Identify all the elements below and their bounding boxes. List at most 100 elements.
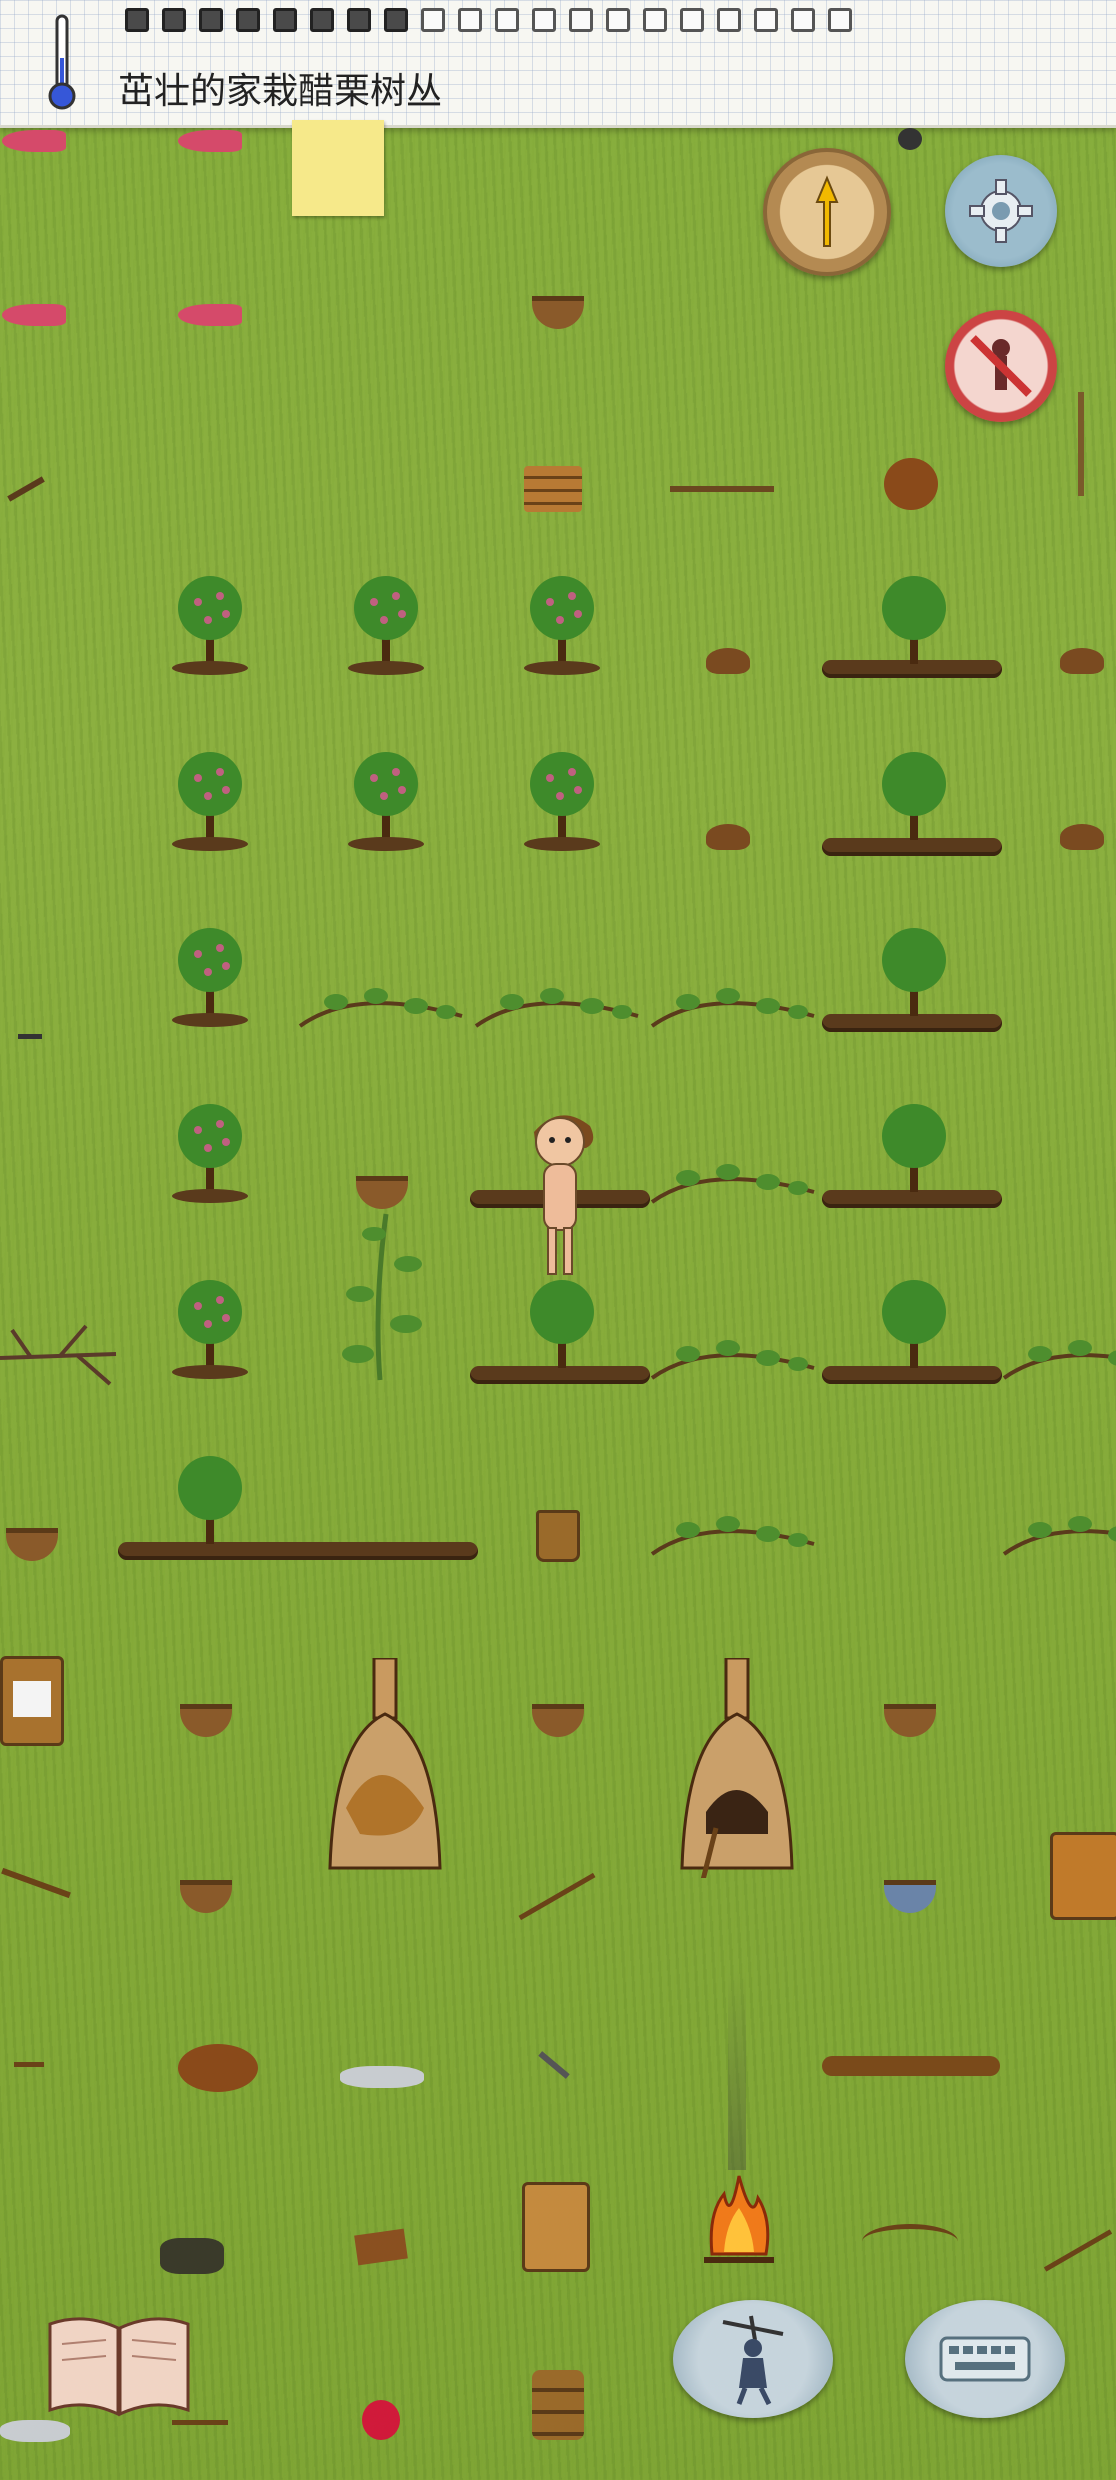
small-stick[interactable]: [18, 1034, 42, 1039]
puppet-icon: [722, 2315, 784, 2406]
dirt-pile[interactable]: [706, 824, 750, 850]
adobe-kiln[interactable]: [672, 1658, 802, 1878]
hover-object-label: 茁壮的家栽醋栗树丛: [118, 71, 443, 112]
compass-icon: [815, 175, 839, 247]
flint-chip[interactable]: [0, 2420, 70, 2442]
empty-gooseberry-bush[interactable]: [874, 572, 954, 682]
empty-gooseberry-bush[interactable]: [170, 1452, 250, 1562]
squash-vine[interactable]: [296, 966, 466, 1036]
basket[interactable]: [180, 1880, 232, 1913]
gooseberry-bush[interactable]: [522, 748, 602, 858]
hunger-slot: [569, 8, 593, 32]
chat-button[interactable]: [905, 2300, 1065, 2418]
stick[interactable]: [7, 476, 45, 502]
hunger-slot: [458, 8, 482, 32]
stick[interactable]: [670, 486, 774, 492]
crossed-sticks[interactable]: [1043, 2229, 1113, 2272]
firewood-pile[interactable]: [524, 466, 582, 512]
dirt-pile[interactable]: [1060, 648, 1104, 674]
long-pole[interactable]: [1078, 392, 1084, 496]
smoke: [728, 1970, 746, 2170]
dirt-pile[interactable]: [1060, 824, 1104, 850]
basket[interactable]: [532, 1704, 584, 1737]
emote-button[interactable]: [673, 2300, 833, 2418]
basket[interactable]: [180, 1704, 232, 1737]
hunger-slot: [606, 8, 630, 32]
gooseberry-bush[interactable]: [522, 572, 602, 682]
compass-button[interactable]: [763, 148, 891, 276]
reed-bundle[interactable]: [178, 2044, 258, 2092]
clay-bowl-tall[interactable]: [522, 2182, 590, 2272]
tech-tree-book-button[interactable]: [44, 2310, 194, 2420]
campfire[interactable]: [694, 2164, 784, 2264]
flint-blade[interactable]: [340, 2066, 424, 2088]
empty-gooseberry-bush[interactable]: [874, 924, 954, 1034]
carrot[interactable]: [178, 304, 242, 326]
hunger-slot: [421, 8, 445, 32]
gear-icon: [969, 179, 1033, 243]
hunger-slot: [828, 8, 852, 32]
player-character[interactable]: [516, 1102, 606, 1288]
dead-branch[interactable]: [0, 1314, 118, 1394]
gooseberry-bush[interactable]: [170, 1100, 250, 1210]
basket[interactable]: [884, 1704, 936, 1737]
clay-crock[interactable]: [0, 1656, 64, 1746]
adobe-brick[interactable]: [354, 2228, 408, 2266]
basket[interactable]: [532, 296, 584, 329]
small-twig[interactable]: [14, 2062, 44, 2067]
carrot[interactable]: [178, 130, 242, 152]
gooseberry-bush[interactable]: [170, 924, 250, 1034]
squash-vine[interactable]: [648, 1318, 818, 1388]
no-kill-button[interactable]: [945, 310, 1057, 422]
hunger-meter: [125, 8, 852, 32]
hunger-slot: [125, 8, 149, 32]
top-hud-bar: 茁壮的家栽醋栗树丛: [0, 0, 1116, 128]
basket-with-water[interactable]: [884, 1880, 936, 1913]
wild-berry[interactable]: [362, 2400, 400, 2440]
kindling[interactable]: [160, 2238, 224, 2274]
hunger-slot: [643, 8, 667, 32]
burdock-root[interactable]: [884, 458, 938, 510]
bow[interactable]: [862, 2224, 958, 2259]
squash-vine[interactable]: [648, 1494, 818, 1564]
rock[interactable]: [898, 128, 922, 150]
squash-vine[interactable]: [648, 1142, 818, 1212]
empty-gooseberry-bush[interactable]: [874, 1276, 954, 1386]
hunger-slot: [199, 8, 223, 32]
stick[interactable]: [172, 2420, 228, 2425]
no-kill-icon: [970, 335, 1032, 397]
bean-plant[interactable]: [314, 1204, 448, 1384]
hunger-slot: [236, 8, 260, 32]
log[interactable]: [822, 2056, 1000, 2076]
crossed-sticks[interactable]: [518, 1872, 596, 1921]
squash-vine[interactable]: [1000, 1318, 1116, 1388]
hunger-slot: [791, 8, 815, 32]
hunger-slot: [532, 8, 556, 32]
carrot[interactable]: [2, 304, 66, 326]
gooseberry-bush[interactable]: [170, 572, 250, 682]
sticky-note[interactable]: [292, 120, 384, 216]
squash-vine[interactable]: [1000, 1494, 1116, 1564]
empty-gooseberry-bush[interactable]: [874, 748, 954, 858]
gooseberry-bush[interactable]: [170, 1276, 250, 1386]
stone-hammer[interactable]: [538, 2051, 570, 2079]
hunger-slot: [717, 8, 741, 32]
thermometer-icon: [48, 14, 76, 110]
empty-gooseberry-bush[interactable]: [874, 1100, 954, 1210]
basket[interactable]: [6, 1528, 58, 1561]
squash-vine[interactable]: [648, 966, 818, 1036]
empty-gooseberry-bush[interactable]: [522, 1276, 602, 1386]
stacked-bowls[interactable]: [532, 2370, 584, 2440]
gooseberry-bush[interactable]: [346, 572, 426, 682]
adobe-oven[interactable]: [320, 1658, 450, 1878]
settings-button[interactable]: [945, 155, 1057, 267]
gooseberry-bush[interactable]: [170, 748, 250, 858]
dirt-pile[interactable]: [706, 648, 750, 674]
squash-vine[interactable]: [472, 966, 642, 1036]
hunger-slot: [162, 8, 186, 32]
carrot[interactable]: [2, 130, 66, 152]
bow-drill[interactable]: [1, 1867, 71, 1899]
water-bucket[interactable]: [536, 1510, 580, 1562]
clay-bowl-tall[interactable]: [1050, 1832, 1116, 1920]
gooseberry-bush[interactable]: [346, 748, 426, 858]
